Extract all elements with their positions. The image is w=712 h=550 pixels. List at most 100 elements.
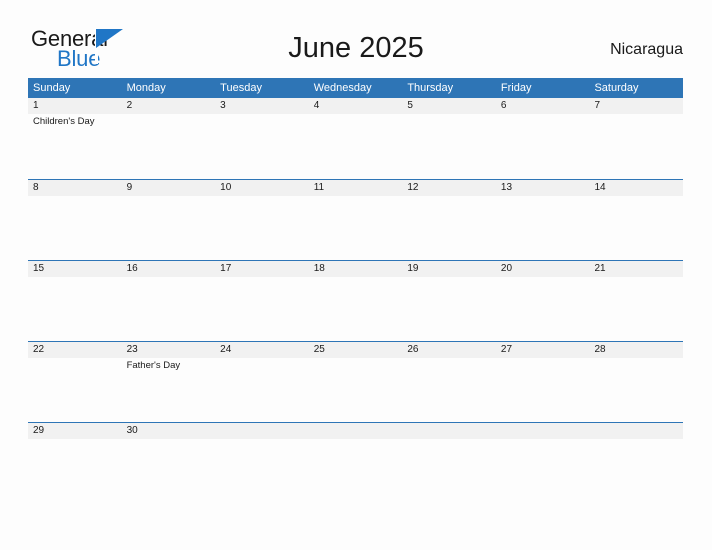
day-number-band: 16 bbox=[121, 261, 216, 277]
calendar-day-cell[interactable]: 19 bbox=[402, 261, 496, 341]
calendar-day-cell[interactable]: 2 bbox=[121, 98, 216, 179]
day-number-band: 1 bbox=[28, 98, 122, 114]
day-number: 30 bbox=[126, 425, 138, 436]
day-number: 10 bbox=[220, 182, 232, 193]
day-number-band bbox=[589, 423, 684, 439]
page-header: General Blue June 2025 Nicaragua bbox=[0, 0, 712, 76]
day-number-band: 18 bbox=[308, 261, 403, 277]
calendar-day-cell[interactable]: 10 bbox=[215, 180, 309, 260]
calendar-day-cell-empty bbox=[402, 423, 496, 452]
calendar-day-cell[interactable]: 30 bbox=[121, 423, 216, 452]
calendar-day-cell[interactable]: 25 bbox=[308, 342, 403, 422]
day-number: 26 bbox=[407, 344, 419, 355]
day-number-band: 17 bbox=[215, 261, 309, 277]
day-number-band bbox=[308, 423, 403, 439]
day-of-week-wednesday: Wednesday bbox=[313, 82, 372, 94]
day-number: 7 bbox=[594, 100, 601, 111]
day-number-band: 21 bbox=[589, 261, 684, 277]
day-number-band: 25 bbox=[308, 342, 403, 358]
day-of-week-sunday: Sunday bbox=[33, 82, 71, 94]
calendar-event[interactable]: Children's Day bbox=[33, 116, 122, 128]
day-number-band: 14 bbox=[589, 180, 684, 196]
day-of-week-friday: Friday bbox=[500, 82, 532, 94]
calendar-week-row: 22 23 Father's Day 24 25 26 27 28 bbox=[28, 341, 684, 422]
region-label: Nicaragua bbox=[610, 41, 683, 58]
day-number: 12 bbox=[407, 182, 419, 193]
day-number-band: 12 bbox=[402, 180, 496, 196]
day-number-band: 13 bbox=[495, 180, 590, 196]
calendar-day-cell[interactable]: 13 bbox=[495, 180, 590, 260]
day-number: 3 bbox=[220, 100, 226, 111]
calendar-day-cell[interactable]: 23 Father's Day bbox=[121, 342, 216, 422]
day-number: 4 bbox=[313, 100, 320, 111]
calendar-day-cell[interactable]: 15 bbox=[28, 261, 122, 341]
day-number-band: 4 bbox=[308, 98, 403, 114]
day-number: 28 bbox=[594, 344, 606, 355]
calendar-day-cell[interactable]: 8 bbox=[28, 180, 122, 260]
calendar-day-cell[interactable]: 6 bbox=[495, 98, 590, 179]
calendar-day-cell[interactable]: 18 bbox=[308, 261, 403, 341]
calendar-day-cell[interactable]: 5 bbox=[402, 98, 496, 179]
day-events: Children's Day bbox=[28, 114, 122, 128]
calendar-day-cell[interactable]: 26 bbox=[402, 342, 496, 422]
calendar-day-cell[interactable]: 16 bbox=[121, 261, 216, 341]
day-number-band: 20 bbox=[495, 261, 590, 277]
calendar-weeks: 1 Children's Day 2 3 4 5 6 7 8 9 10 11 12 13 14 15 16 17 1… bbox=[28, 98, 684, 452]
calendar-day-cell[interactable]: 1 Children's Day bbox=[28, 98, 122, 179]
calendar-week-row: 29 30 bbox=[28, 422, 684, 452]
day-number: 11 bbox=[313, 182, 325, 193]
calendar-day-cell[interactable]: 22 bbox=[28, 342, 122, 422]
calendar-day-cell-empty bbox=[308, 423, 403, 452]
calendar-day-cell[interactable]: 27 bbox=[495, 342, 590, 422]
day-number: 17 bbox=[220, 263, 232, 274]
calendar-day-cell-empty bbox=[589, 423, 684, 452]
calendar-day-cell[interactable]: 3 bbox=[215, 98, 309, 179]
day-number-band bbox=[402, 423, 496, 439]
day-number-band: 30 bbox=[121, 423, 216, 439]
calendar-day-cell[interactable]: 29 bbox=[28, 423, 122, 452]
day-number-band: 27 bbox=[495, 342, 590, 358]
calendar-day-cell[interactable]: 28 bbox=[589, 342, 684, 422]
day-number-band: 10 bbox=[215, 180, 309, 196]
day-of-week-header: Sunday Monday Tuesday Wednesday Thursday Frid… bbox=[28, 78, 683, 98]
day-of-week-tuesday: Tuesday bbox=[220, 82, 262, 94]
day-events: Father's Day bbox=[122, 358, 216, 372]
calendar-day-cell[interactable]: 11 bbox=[308, 180, 403, 260]
day-number-band bbox=[215, 423, 309, 439]
day-number: 29 bbox=[33, 425, 45, 436]
day-number-band: 2 bbox=[121, 98, 216, 114]
calendar-day-cell[interactable]: 12 bbox=[402, 180, 496, 260]
calendar-day-cell[interactable]: 20 bbox=[495, 261, 590, 341]
calendar-day-cell[interactable]: 9 bbox=[121, 180, 216, 260]
calendar-week-row: 1 Children's Day 2 3 4 5 6 7 bbox=[28, 98, 684, 179]
day-number-band: 5 bbox=[402, 98, 496, 114]
calendar-day-cell[interactable]: 17 bbox=[215, 261, 309, 341]
calendar-day-cell[interactable]: 21 bbox=[589, 261, 684, 341]
day-number: 6 bbox=[500, 100, 507, 111]
day-number-band: 26 bbox=[402, 342, 496, 358]
day-number: 19 bbox=[407, 263, 419, 274]
day-number: 15 bbox=[33, 263, 45, 274]
day-number: 20 bbox=[500, 263, 513, 274]
calendar-day-cell[interactable]: 4 bbox=[308, 98, 403, 179]
day-number-band: 9 bbox=[121, 180, 216, 196]
day-of-week-saturday: Saturday bbox=[594, 82, 639, 94]
day-number-band: 29 bbox=[28, 423, 122, 439]
day-number: 27 bbox=[500, 344, 513, 355]
calendar-grid: Sunday Monday Tuesday Wednesday Thursday Frid… bbox=[28, 78, 684, 452]
calendar-event[interactable]: Father's Day bbox=[127, 360, 216, 372]
day-number: 8 bbox=[33, 182, 39, 193]
calendar-day-cell[interactable]: 7 bbox=[589, 98, 684, 179]
day-number: 25 bbox=[313, 344, 325, 355]
calendar-day-cell[interactable]: 24 bbox=[215, 342, 309, 422]
day-number: 18 bbox=[313, 263, 325, 274]
day-number-band: 23 bbox=[121, 342, 216, 358]
calendar-day-cell-empty bbox=[495, 423, 590, 452]
day-number: 9 bbox=[126, 182, 133, 193]
day-number: 14 bbox=[594, 182, 606, 193]
day-number-band: 11 bbox=[308, 180, 403, 196]
day-number: 5 bbox=[407, 100, 413, 111]
day-number-band: 19 bbox=[402, 261, 496, 277]
day-number: 22 bbox=[33, 344, 45, 355]
calendar-day-cell[interactable]: 14 bbox=[589, 180, 684, 260]
